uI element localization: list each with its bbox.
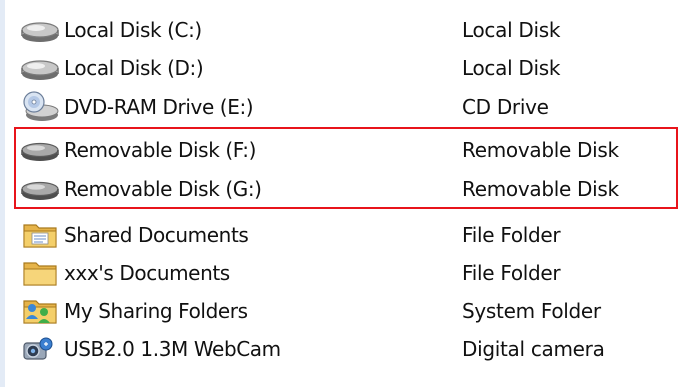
sharing-folder-icon — [18, 295, 62, 327]
list-item-shared-documents[interactable]: Shared Documents File Folder — [0, 216, 680, 254]
item-type: Local Disk — [462, 56, 561, 80]
list-item-local-disk-d[interactable]: Local Disk (D:) Local Disk — [0, 49, 680, 87]
hard-drive-icon — [18, 52, 62, 84]
folder-icon — [18, 257, 62, 289]
name-cell[interactable]: Local Disk (C:) — [18, 11, 202, 49]
item-name: Removable Disk (F:) — [64, 138, 257, 162]
item-type: Removable Disk — [462, 138, 619, 162]
name-cell[interactable]: Shared Documents — [18, 216, 249, 254]
item-name: USB2.0 1.3M WebCam — [64, 337, 281, 361]
list-item-usb-webcam[interactable]: USB2.0 1.3M WebCam Digital camera — [0, 330, 680, 368]
item-type: File Folder — [462, 261, 561, 285]
shared-folder-icon — [18, 219, 62, 251]
list-item-local-disk-c[interactable]: Local Disk (C:) Local Disk — [0, 11, 680, 49]
item-name: DVD-RAM Drive (E:) — [64, 95, 254, 119]
list-item-removable-disk-g[interactable]: Removable Disk (G:) Removable Disk — [0, 170, 680, 208]
name-cell[interactable]: xxx's Documents — [18, 254, 230, 292]
item-type: Removable Disk — [462, 177, 619, 201]
item-name: Shared Documents — [64, 223, 249, 247]
item-name: My Sharing Folders — [64, 299, 248, 323]
dvd-drive-icon — [18, 91, 62, 123]
name-cell[interactable]: Removable Disk (G:) — [18, 170, 262, 208]
removable-disk-icon — [18, 134, 62, 166]
item-name: Local Disk (D:) — [64, 56, 204, 80]
list-item-user-documents[interactable]: xxx's Documents File Folder — [0, 254, 680, 292]
item-type: Local Disk — [462, 18, 561, 42]
name-cell[interactable]: DVD-RAM Drive (E:) — [18, 88, 254, 126]
item-name: xxx's Documents — [64, 261, 230, 285]
item-name: Removable Disk (G:) — [64, 177, 262, 201]
name-cell[interactable]: Local Disk (D:) — [18, 49, 204, 87]
list-item-dvd-drive-e[interactable]: DVD-RAM Drive (E:) CD Drive — [0, 88, 680, 126]
explorer-file-list: Local Disk (C:) Local Disk Local Disk (D… — [0, 0, 680, 387]
name-cell[interactable]: Removable Disk (F:) — [18, 131, 256, 169]
removable-disk-icon — [18, 173, 62, 205]
list-item-removable-disk-f[interactable]: Removable Disk (F:) Removable Disk — [0, 131, 680, 169]
item-type: File Folder — [462, 223, 561, 247]
webcam-icon — [18, 333, 62, 365]
name-cell[interactable]: My Sharing Folders — [18, 292, 248, 330]
list-item-my-sharing-folders[interactable]: My Sharing Folders System Folder — [0, 292, 680, 330]
hard-drive-icon — [18, 14, 62, 46]
item-type: CD Drive — [462, 95, 549, 119]
name-cell[interactable]: USB2.0 1.3M WebCam — [18, 330, 281, 368]
item-name: Local Disk (C:) — [64, 18, 202, 42]
item-type: Digital camera — [462, 337, 605, 361]
item-type: System Folder — [462, 299, 601, 323]
